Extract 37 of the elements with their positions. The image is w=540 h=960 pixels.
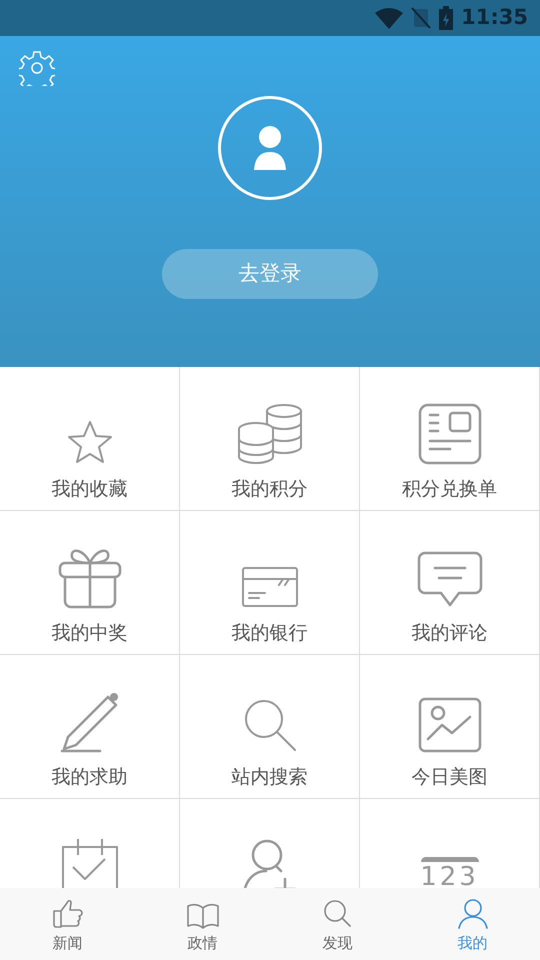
- no-sim-icon: [411, 7, 432, 29]
- menu-tile[interactable]: 我的银行: [180, 511, 360, 655]
- nav-tab[interactable]: 政情: [135, 888, 270, 960]
- menu-tile[interactable]: 积分兑换单: [360, 367, 540, 511]
- menu-tile[interactable]: 我的求助: [0, 655, 180, 799]
- calendar-check-icon: [60, 839, 118, 888]
- search-icon: [322, 898, 352, 928]
- menu-tile[interactable]: 我的中奖: [0, 511, 180, 655]
- menu-tile[interactable]: 今日美图: [360, 655, 540, 799]
- nav-tab[interactable]: 新闻: [0, 888, 135, 960]
- clock-time: 11:35: [461, 4, 528, 32]
- user-icon: [458, 898, 488, 928]
- image-icon: [418, 697, 482, 753]
- battery-charging-icon: [439, 6, 454, 30]
- tile-label: 我的评论: [412, 621, 488, 645]
- tile-label: 我的积分: [232, 477, 308, 501]
- nav-tab[interactable]: 发现: [270, 888, 405, 960]
- bank-card-icon: [240, 565, 298, 609]
- icon-text: 123: [420, 862, 479, 888]
- tile-label: 站内搜索: [232, 765, 308, 789]
- open-book-icon: [186, 902, 218, 928]
- tile-label: 我的银行: [232, 621, 308, 645]
- menu-tile[interactable]: 我的评论: [360, 511, 540, 655]
- star-icon: [66, 419, 114, 465]
- settings-icon[interactable]: [19, 50, 55, 86]
- tile-label: 今日美图: [412, 765, 488, 789]
- newspaper-icon: [418, 403, 482, 465]
- menu-tile[interactable]: 站内搜索: [180, 655, 360, 799]
- tile-label: 我的求助: [52, 765, 128, 789]
- wifi-icon: [375, 7, 404, 29]
- comment-icon: [416, 551, 482, 609]
- tile-label: 积分兑换单: [402, 477, 497, 501]
- tile-label: 我的收藏: [52, 477, 128, 501]
- menu-tile[interactable]: 我的收藏: [0, 367, 180, 511]
- tile-label: 我的中奖: [52, 621, 128, 645]
- coins-icon: [236, 403, 304, 465]
- menu-tile[interactable]: 我的积分: [180, 367, 360, 511]
